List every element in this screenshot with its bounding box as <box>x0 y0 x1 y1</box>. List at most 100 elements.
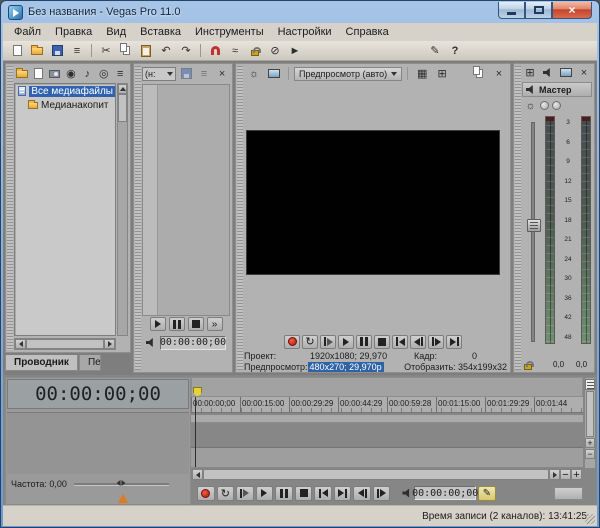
solo-button[interactable] <box>552 101 561 110</box>
redo-button[interactable]: ↷ <box>177 43 195 59</box>
previous-frame-button[interactable] <box>353 486 371 501</box>
trimmer-preset-dropdown[interactable]: (н: <box>142 67 176 81</box>
go-to-end-button[interactable] <box>446 335 462 349</box>
menu-insert[interactable]: Вставка <box>133 24 188 40</box>
marker-pen-button[interactable]: ✎ <box>478 486 496 501</box>
preview-close-button[interactable]: × <box>490 66 508 82</box>
go-to-start-button[interactable] <box>392 335 408 349</box>
project-properties-button[interactable]: ☼ <box>245 66 263 82</box>
stop-button[interactable] <box>374 335 390 349</box>
tab-explorer[interactable]: Проводник <box>5 355 78 371</box>
import-disc-button[interactable]: ◉ <box>63 66 78 82</box>
auto-ripple-button[interactable]: ≈ <box>226 43 244 59</box>
titlebar[interactable]: Без названия - Vegas Pro 11.0 × <box>1 1 599 23</box>
capture-video-button[interactable] <box>47 66 62 82</box>
trimmer-properties-button[interactable]: ≡ <box>196 66 212 82</box>
overlays-button[interactable]: ▦ <box>413 66 431 82</box>
scroll-right-button[interactable] <box>104 339 115 349</box>
tab-transitions[interactable]: Пе <box>79 355 101 371</box>
copy-button[interactable] <box>117 43 135 59</box>
timeline-horizontal-scrollbar[interactable]: − + <box>191 468 583 481</box>
ignore-grouping-button[interactable]: ⊘ <box>266 43 284 59</box>
track-header-area[interactable] <box>7 412 189 474</box>
import-media-button[interactable] <box>30 66 45 82</box>
track-list-button[interactable] <box>585 379 595 390</box>
media-vertical-scrollbar[interactable] <box>117 83 128 336</box>
mixer-close-button[interactable]: × <box>576 65 592 81</box>
search-media-button[interactable]: ◎ <box>96 66 111 82</box>
menu-file[interactable]: Файл <box>7 24 48 40</box>
downmix-button[interactable] <box>540 65 556 81</box>
media-item-all-media[interactable]: Все медиафайлы <box>15 84 115 98</box>
snap-toggle-button[interactable] <box>206 43 224 59</box>
extract-audio-button[interactable]: ♪ <box>80 66 95 82</box>
time-ruler[interactable]: 00:00:00;00 00:00:15:00 00:00:29:29 00:0… <box>191 397 583 413</box>
scrollbar-thumb[interactable] <box>118 94 127 122</box>
big-time-display[interactable]: 00:00:00;00 <box>7 379 189 409</box>
insert-bus-button[interactable]: ⊞ <box>522 65 538 81</box>
trimmer-stop-button[interactable] <box>188 317 204 331</box>
zoom-in-button[interactable]: + <box>571 469 582 480</box>
dock-grip[interactable] <box>7 66 13 350</box>
trimmer-shuttle-button[interactable]: » <box>207 317 223 331</box>
preview-quality-dropdown[interactable]: Предпросмотр (авто) <box>294 67 402 81</box>
menu-edit[interactable]: Правка <box>48 24 99 40</box>
rate-slider[interactable] <box>74 483 169 486</box>
media-item-media-bins[interactable]: Медианакопит <box>15 98 115 112</box>
trimmer-display[interactable] <box>142 84 230 316</box>
undo-button[interactable]: ↶ <box>157 43 175 59</box>
record-button[interactable] <box>284 335 300 349</box>
marker-bar[interactable] <box>191 377 583 397</box>
resize-grip[interactable] <box>585 514 595 524</box>
dock-grip[interactable] <box>515 66 521 370</box>
loop-button[interactable]: ↻ <box>302 335 318 349</box>
master-bus-header[interactable]: Мастер <box>522 82 592 97</box>
video-preview-screen[interactable] <box>246 130 500 275</box>
play-button[interactable] <box>256 486 274 501</box>
snapshot-button[interactable] <box>470 66 488 82</box>
media-horizontal-scrollbar[interactable] <box>14 338 116 350</box>
scroll-left-button[interactable] <box>192 469 203 480</box>
new-project-button[interactable] <box>8 43 26 59</box>
mute-button[interactable] <box>540 101 549 110</box>
edit-cursor-head[interactable] <box>193 387 202 397</box>
menu-help[interactable]: Справка <box>339 24 396 40</box>
zoom-out-button[interactable]: − <box>560 469 571 480</box>
cut-button[interactable]: ✂ <box>97 43 115 59</box>
scrollbar-thumb[interactable] <box>203 469 549 480</box>
pause-button[interactable] <box>275 486 293 501</box>
paste-button[interactable] <box>137 43 155 59</box>
menu-options[interactable]: Настройки <box>271 24 339 40</box>
preview-device-button[interactable] <box>265 66 283 82</box>
stop-button[interactable] <box>295 486 313 501</box>
edit-tool-button[interactable]: ► <box>286 43 304 59</box>
lock-fader-icon[interactable] <box>524 364 532 370</box>
timeline-vertical-scrollbar[interactable]: + − <box>584 377 596 469</box>
whats-this-help-button[interactable]: ? <box>446 43 464 59</box>
play-button[interactable] <box>338 335 354 349</box>
tutorials-pen-button[interactable]: ✎ <box>426 43 444 59</box>
menu-view[interactable]: Вид <box>99 24 133 40</box>
scroll-right-button[interactable] <box>549 469 560 480</box>
fader-handle[interactable] <box>527 219 541 232</box>
fader-track[interactable] <box>531 122 535 342</box>
save-button[interactable] <box>48 43 66 59</box>
previous-frame-button[interactable] <box>410 335 426 349</box>
scrollbar-thumb[interactable] <box>26 339 104 349</box>
trimmer-close-button[interactable]: × <box>214 66 230 82</box>
trimmer-pause-button[interactable] <box>169 317 185 331</box>
track-zoom-in-button[interactable]: + <box>585 438 595 448</box>
play-from-start-button[interactable] <box>236 486 254 501</box>
next-frame-button[interactable] <box>373 486 391 501</box>
media-properties-button[interactable]: ≡ <box>113 66 128 82</box>
scroll-up-button[interactable] <box>118 84 127 94</box>
maximize-button[interactable] <box>525 2 552 19</box>
minimize-button[interactable] <box>498 2 525 19</box>
pause-button[interactable] <box>356 335 372 349</box>
scrollbar-thumb[interactable] <box>586 391 594 437</box>
dock-grip[interactable] <box>237 66 243 370</box>
trimmer-play-button[interactable] <box>150 317 166 331</box>
scroll-left-button[interactable] <box>15 339 26 349</box>
properties-button[interactable]: ≡ <box>68 43 86 59</box>
go-to-end-button[interactable] <box>334 486 352 501</box>
